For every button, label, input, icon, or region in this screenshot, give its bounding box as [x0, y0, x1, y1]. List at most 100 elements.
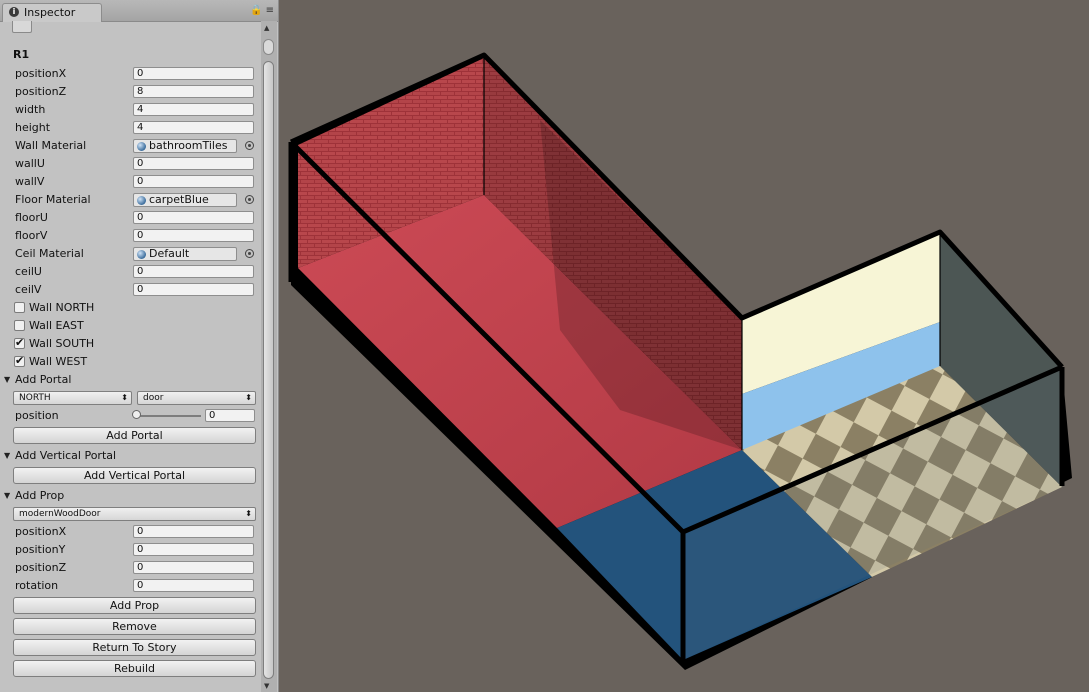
material-sphere-icon — [137, 142, 146, 151]
height-input[interactable]: 4 — [133, 121, 254, 134]
field-label: positionY — [15, 543, 66, 556]
prop-rotation-input[interactable]: 0 — [133, 579, 254, 592]
field-label: wallV — [15, 175, 45, 188]
tab-bar: i Inspector 🔒 ≡ — [0, 0, 278, 22]
checkbox-label: Wall NORTH — [29, 301, 95, 314]
flooru-input[interactable]: 0 — [133, 211, 254, 224]
add-prop-foldout[interactable]: ▼ Add Prop — [0, 487, 261, 505]
field-label: positionX — [15, 525, 67, 538]
header-button[interactable] — [12, 21, 32, 33]
prop-popup-row: modernWoodDoor ⬍ — [0, 505, 261, 523]
wall-material-value: bathroomTiles — [149, 139, 228, 152]
scene-view[interactable] — [279, 0, 1089, 692]
field-row: positionX 0 — [0, 65, 261, 83]
floorv-input[interactable]: 0 — [133, 229, 254, 242]
scrollbar-thumb[interactable] — [263, 61, 274, 679]
width-input[interactable]: 4 — [133, 103, 254, 116]
add-vertical-portal-button[interactable]: Add Vertical Portal — [13, 467, 256, 484]
material-sphere-icon — [137, 196, 146, 205]
popup-arrow-icon: ⬍ — [245, 509, 252, 518]
positionz-input[interactable]: 8 — [133, 85, 254, 98]
tab-inspector[interactable]: i Inspector — [2, 3, 102, 22]
info-icon: i — [9, 7, 19, 17]
ceilv-input[interactable]: 0 — [133, 283, 254, 296]
checkbox-label: Wall EAST — [29, 319, 84, 332]
foldout-label: Add Vertical Portal — [15, 449, 117, 462]
field-row: wallV 0 — [0, 173, 261, 191]
field-row: positionZ 0 — [0, 559, 261, 577]
field-label: wallU — [15, 157, 45, 170]
object-picker-icon[interactable] — [245, 141, 254, 150]
scroll-down-icon[interactable]: ▼ — [264, 682, 269, 690]
wall-material-field[interactable]: bathroomTiles — [133, 139, 237, 153]
prop-positiony-input[interactable]: 0 — [133, 543, 254, 556]
wallu-input[interactable]: 0 — [133, 157, 254, 170]
floor-material-row: Floor Material carpetBlue — [0, 191, 261, 209]
field-row: height 4 — [0, 119, 261, 137]
field-row: positionZ 8 — [0, 83, 261, 101]
material-sphere-icon — [137, 250, 146, 259]
foldout-arrow-icon: ▼ — [4, 451, 11, 460]
field-row: wallU 0 — [0, 155, 261, 173]
object-picker-icon[interactable] — [245, 195, 254, 204]
wall-east-checkbox[interactable] — [14, 320, 25, 331]
field-label: rotation — [15, 579, 59, 592]
popup-arrow-icon: ⬍ — [245, 393, 252, 402]
return-to-story-button[interactable]: Return To Story — [13, 639, 256, 656]
field-label: floorU — [15, 211, 48, 224]
prop-positionz-input[interactable]: 0 — [133, 561, 254, 574]
wall-west-checkbox[interactable] — [14, 354, 25, 367]
floor-material-field[interactable]: carpetBlue — [133, 193, 237, 207]
inspector-content: R1 positionX 0 positionZ 8 width 4 heigh… — [0, 21, 261, 692]
remove-button[interactable]: Remove — [13, 618, 256, 635]
object-picker-icon[interactable] — [245, 249, 254, 258]
field-label: ceilU — [15, 265, 42, 278]
field-label: Wall Material — [15, 139, 87, 152]
scroll-up-icon[interactable]: ▲ — [264, 24, 269, 32]
field-label: Ceil Material — [15, 247, 84, 260]
field-label: positionZ — [15, 561, 67, 574]
position-slider-knob[interactable] — [132, 410, 141, 419]
field-label: ceilV — [15, 283, 42, 296]
wall-south-checkbox[interactable] — [14, 336, 25, 349]
field-label: width — [15, 103, 46, 116]
add-portal-foldout[interactable]: ▼ Add Portal — [0, 371, 261, 389]
position-slider-track[interactable] — [135, 415, 201, 417]
menu-icon[interactable]: ≡ — [266, 5, 274, 16]
scrollbar-top-thumb[interactable] — [263, 39, 274, 55]
field-row: width 4 — [0, 101, 261, 119]
ceilu-input[interactable]: 0 — [133, 265, 254, 278]
add-portal-button[interactable]: Add Portal — [13, 427, 256, 444]
wallv-input[interactable]: 0 — [133, 175, 254, 188]
field-label: position — [15, 409, 59, 422]
field-label: positionX — [15, 67, 67, 80]
prop-popup[interactable]: modernWoodDoor ⬍ — [13, 507, 256, 521]
popup-value: modernWoodDoor — [19, 509, 101, 519]
field-row: floorU 0 — [0, 209, 261, 227]
add-prop-button[interactable]: Add Prop — [13, 597, 256, 614]
wall-north-checkbox[interactable] — [14, 302, 25, 313]
portal-direction-popup[interactable]: NORTH ⬍ — [13, 391, 132, 405]
foldout-arrow-icon: ▼ — [4, 375, 11, 384]
wall-south-row: Wall SOUTH — [0, 335, 261, 353]
rebuild-button[interactable]: Rebuild — [13, 660, 256, 677]
popup-arrow-icon: ⬍ — [121, 393, 128, 402]
foldout-arrow-icon: ▼ — [4, 491, 11, 500]
foldout-label: Add Portal — [15, 373, 72, 386]
field-label: Floor Material — [15, 193, 91, 206]
field-row: positionY 0 — [0, 541, 261, 559]
floor-material-value: carpetBlue — [149, 193, 209, 206]
lock-icon[interactable]: 🔒 — [250, 5, 262, 16]
portal-type-popup[interactable]: door ⬍ — [137, 391, 256, 405]
inspector-scrollbar[interactable]: ▲ ▼ — [261, 21, 277, 692]
ceil-material-row: Ceil Material Default — [0, 245, 261, 263]
ceil-material-value: Default — [149, 247, 190, 260]
add-vertical-portal-foldout[interactable]: ▼ Add Vertical Portal — [0, 447, 261, 465]
position-input[interactable]: 0 — [205, 409, 255, 422]
ceil-material-field[interactable]: Default — [133, 247, 237, 261]
portal-position-row: position 0 — [0, 407, 261, 425]
portal-popup-row: NORTH ⬍ door ⬍ — [0, 389, 261, 407]
field-row: positionX 0 — [0, 523, 261, 541]
positionx-input[interactable]: 0 — [133, 67, 254, 80]
prop-positionx-input[interactable]: 0 — [133, 525, 254, 538]
